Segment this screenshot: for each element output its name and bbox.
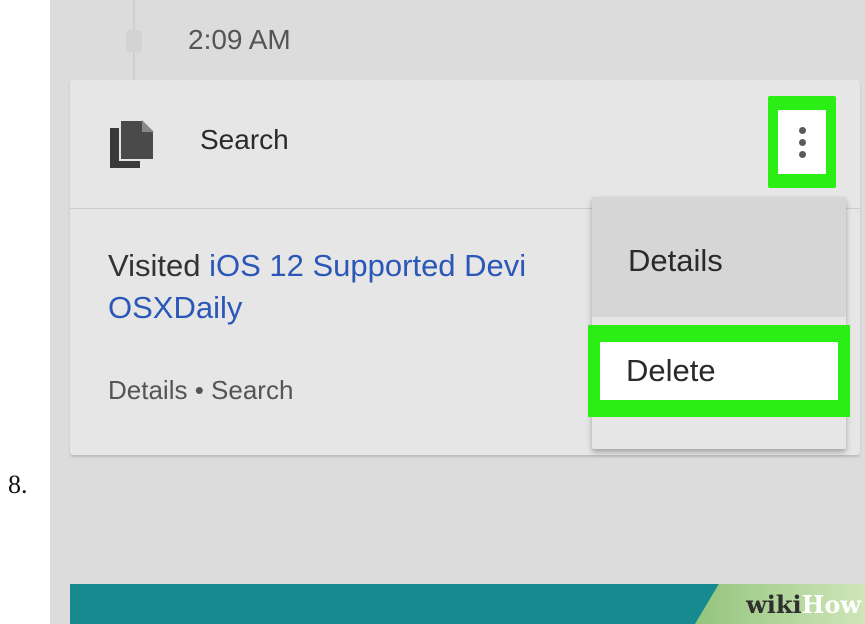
- delete-highlight: Delete: [588, 325, 850, 417]
- document-icon: [110, 119, 155, 168]
- visited-link[interactable]: iOS 12 Supported Devi: [209, 248, 526, 283]
- card-meta: Details • Search: [108, 375, 294, 405]
- watermark-wiki: wiki: [746, 590, 802, 619]
- bottom-bar: wikiHow: [70, 584, 865, 624]
- card-header: Search: [70, 80, 860, 209]
- menu-item-details-label: Details: [628, 243, 723, 278]
- visited-link-site[interactable]: OSXDaily: [108, 290, 242, 325]
- wikihow-watermark: wikiHow: [685, 584, 865, 624]
- card-title: Search: [200, 124, 289, 155]
- app-screen: 2:09 AM Search Visited iOS 12 Supported …: [50, 0, 865, 624]
- timestamp: 2:09 AM: [188, 24, 291, 55]
- menu-item-delete[interactable]: Delete: [600, 342, 838, 400]
- options-dropdown: Details Delete: [588, 197, 850, 449]
- menu-item-details[interactable]: Details: [592, 197, 846, 317]
- more-button-highlight: [768, 96, 836, 188]
- menu-item-delete-label: Delete: [626, 353, 716, 388]
- vertical-dots-icon: [798, 126, 806, 134]
- more-options-button[interactable]: [778, 110, 826, 174]
- card-body: Visited iOS 12 Supported Devi OSXDaily: [108, 245, 628, 329]
- timeline-dot: [126, 30, 142, 52]
- visited-prefix: Visited: [108, 248, 210, 283]
- watermark-how: How: [801, 590, 861, 619]
- step-number: 8.: [8, 470, 28, 499]
